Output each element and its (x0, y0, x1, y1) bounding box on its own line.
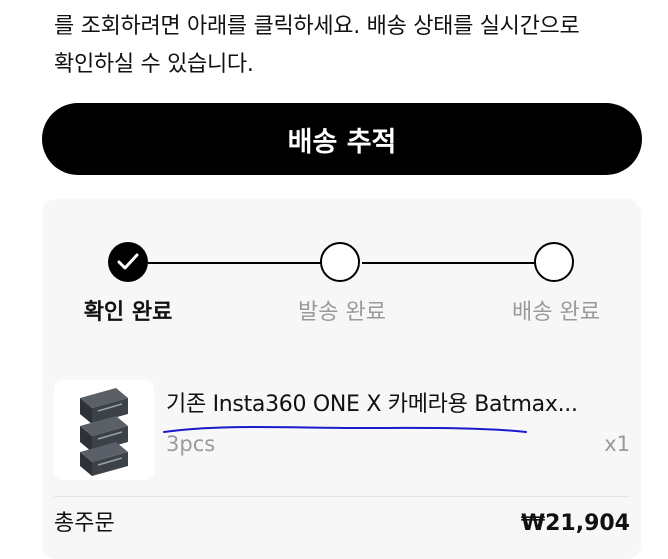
track-delivery-button[interactable]: 배송 추적 (42, 103, 642, 175)
step-confirmed-label: 확인 완료 (83, 300, 173, 325)
step-delivered-dot (534, 242, 574, 282)
progress-connector-1 (148, 262, 322, 264)
product-thumbnail[interactable] (54, 380, 154, 480)
total-label: 총주문 (54, 511, 115, 536)
handwritten-underline-mark (163, 426, 527, 433)
checkmark-icon (117, 253, 139, 270)
step-shipped-label: 발송 완료 (298, 300, 386, 325)
step-shipped-dot (320, 242, 360, 282)
total-value: ₩21,904 (520, 511, 630, 536)
intro-line-1: 를 조회하려면 아래를 클릭하세요. 배송 상태를 실시간으로 (54, 14, 580, 39)
progress-connector-2 (362, 262, 534, 264)
step-delivered-label: 배송 완료 (512, 300, 600, 325)
intro-text: 를 조회하려면 아래를 클릭하세요. 배송 상태를 실시간으로 확인하실 수 있… (54, 8, 644, 84)
battery-pack-icon (80, 388, 128, 476)
product-variant: 3pcs (166, 432, 216, 456)
intro-line-2: 확인하실 수 있습니다. (54, 52, 254, 77)
track-delivery-label: 배송 추적 (287, 126, 397, 158)
step-confirmed-dot (108, 242, 148, 282)
product-quantity: x1 (604, 432, 630, 456)
product-name[interactable]: 기존 Insta360 ONE X 카메라용 Batmax... (166, 388, 596, 422)
summary-divider (54, 496, 630, 497)
